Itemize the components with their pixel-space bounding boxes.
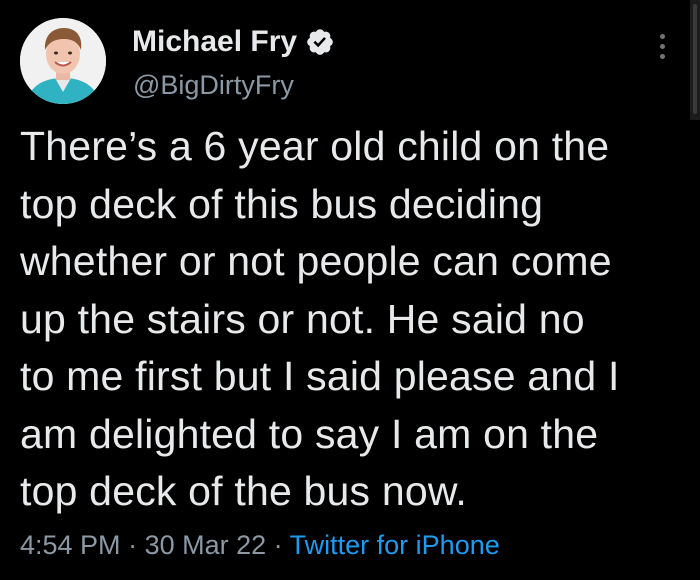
tweet-time[interactable]: 4:54 PM xyxy=(20,530,121,560)
tweet-text-line: whether or not people can come xyxy=(20,238,612,284)
tweet-text-line: to me first but I said please and I xyxy=(20,353,620,399)
author-display-name[interactable]: Michael Fry xyxy=(132,24,297,60)
avatar-photo xyxy=(20,18,106,104)
tweet-text-line: up the stairs or not. He said no xyxy=(20,295,585,342)
author-name-row[interactable]: Michael Fry xyxy=(132,24,335,60)
tweet-metadata: 4:54 PM · 30 Mar 22 · Twitter for iPhone xyxy=(20,527,500,563)
verified-badge-icon xyxy=(305,27,335,57)
tweet-text-line: top deck of this bus deciding xyxy=(20,180,544,227)
meta-separator: · xyxy=(266,530,290,560)
more-options-icon[interactable] xyxy=(647,26,677,66)
tweet-source-link[interactable]: Twitter for iPhone xyxy=(290,530,500,560)
tweet-date[interactable]: 30 Mar 22 xyxy=(145,530,267,560)
meta-separator: · xyxy=(120,530,145,560)
tweet-text-line: There’s a 6 year old child on the xyxy=(20,123,610,169)
tweet-text-line: am delighted to say I am on the xyxy=(20,410,599,457)
author-handle[interactable]: @BigDirtyFry xyxy=(133,68,294,102)
tweet-text-line: top deck of the bus now. xyxy=(20,468,467,514)
more-dot xyxy=(659,53,665,59)
tweet-text: There’s a 6 year old child on the top de… xyxy=(20,118,680,521)
scrollbar-thumb[interactable] xyxy=(693,4,697,114)
more-dot xyxy=(659,43,665,49)
more-dot xyxy=(659,33,665,39)
avatar[interactable] xyxy=(20,18,106,104)
tweet-card: Michael Fry @BigDirtyFry There’s a 6 yea… xyxy=(0,0,700,580)
